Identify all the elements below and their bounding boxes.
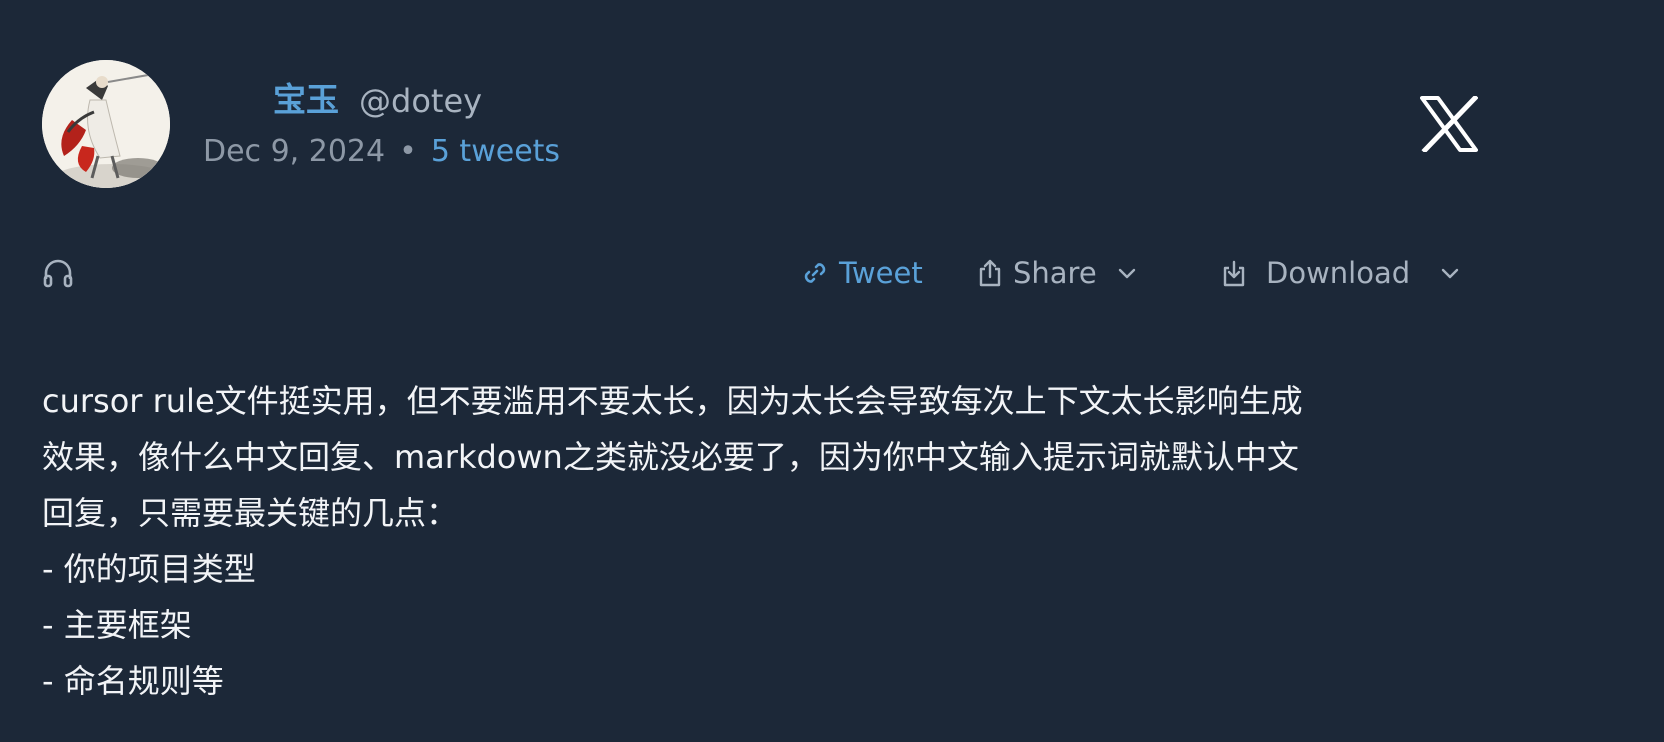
thread-count-link[interactable]: 5 tweets: [431, 134, 560, 169]
author-handle[interactable]: @dotey: [359, 80, 482, 122]
tweet-meta: Dec 9, 2024 • 5 tweets: [203, 132, 560, 172]
headphones-icon[interactable]: [42, 257, 74, 289]
tweet-text-line: - 命名规则等: [42, 662, 224, 700]
share-button[interactable]: Share: [977, 254, 1137, 292]
tweet-text-line: - 主要框架: [42, 606, 192, 644]
link-icon: [804, 263, 826, 283]
tweet-text: cursor rule文件挺实用，但不要滥用不要太长，因为太长会导致每次上下文太…: [42, 373, 1462, 709]
download-icon: [1223, 260, 1245, 287]
tweet-text-line: - 你的项目类型: [42, 550, 256, 588]
share-label: Share: [1013, 256, 1097, 290]
tweet-text-line: 回复，只需要最关键的几点：: [42, 494, 459, 532]
tweet-text-line: 效果，像什么中文回复、markdown之类就没必要了，因为你中文输入提示词就默认…: [42, 438, 1299, 476]
download-button[interactable]: Download: [1222, 254, 1460, 292]
share-icon: [979, 259, 1001, 287]
tweet-card: 宝玉 @dotey Dec 9, 2024 • 5 tweets Tweet Sha…: [0, 0, 1664, 742]
tweet-text-line: cursor rule文件挺实用，但不要滥用不要太长，因为太长会导致每次上下文太…: [42, 382, 1303, 420]
avatar[interactable]: [42, 60, 170, 188]
chevron-down-icon[interactable]: [1117, 266, 1137, 280]
tweet-date: Dec 9, 2024: [203, 134, 386, 169]
meta-separator: •: [399, 134, 417, 169]
author-name[interactable]: 宝玉: [273, 78, 339, 122]
tweet-button[interactable]: Tweet: [800, 254, 923, 292]
download-label: Download: [1266, 256, 1411, 290]
x-logo-icon[interactable]: [1420, 96, 1478, 152]
chevron-down-icon[interactable]: [1440, 266, 1460, 280]
tweet-label: Tweet: [839, 256, 923, 290]
